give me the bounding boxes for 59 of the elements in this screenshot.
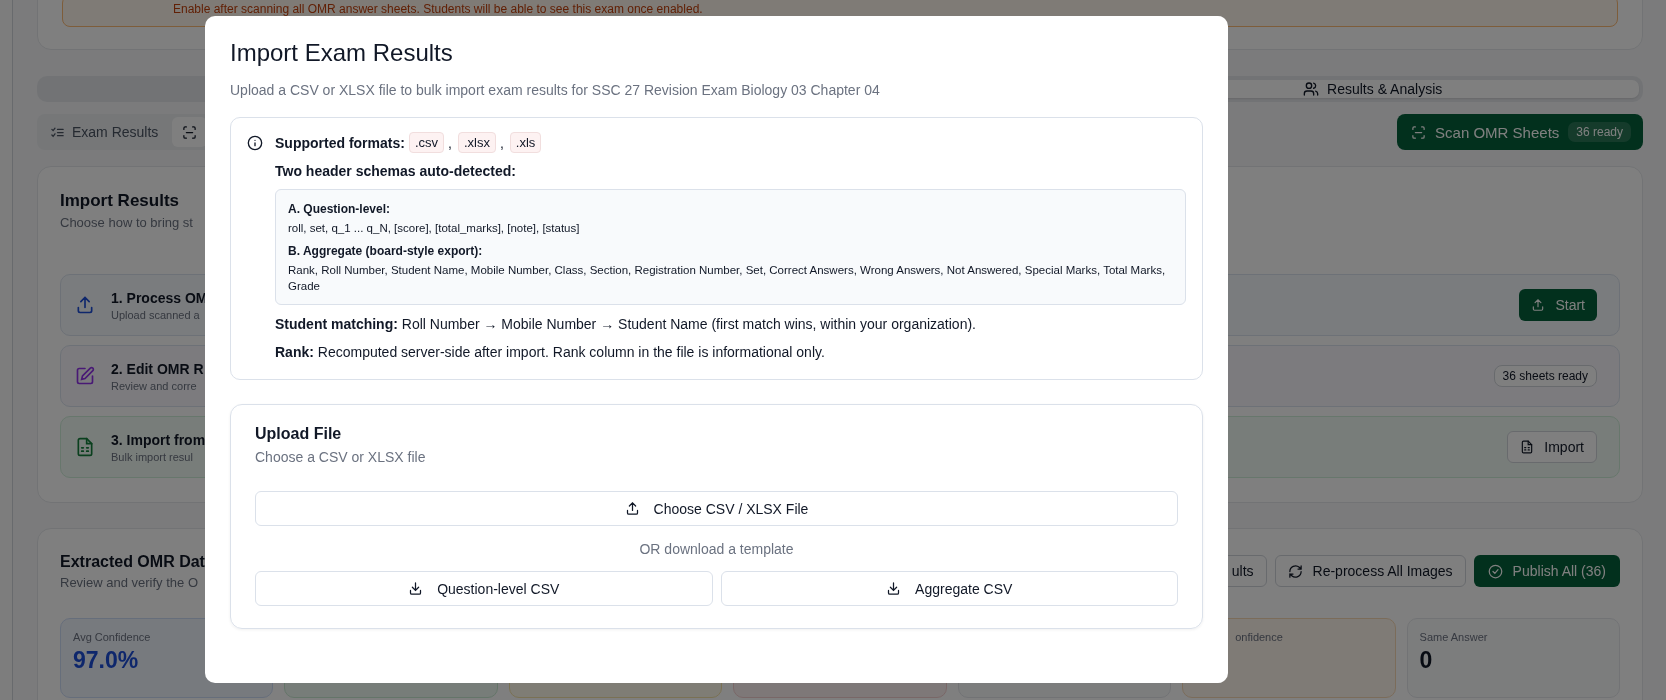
card-subtitle: Review and verify the O xyxy=(60,575,198,590)
format-code: .csv xyxy=(408,132,444,153)
schemas-heading: Two header schemas auto-detected: xyxy=(275,163,517,179)
status-badge: 36 sheets ready xyxy=(1493,365,1597,387)
upload-subtitle: Choose a CSV or XLSX file xyxy=(255,449,427,465)
stat-value: 0 xyxy=(1419,647,1434,674)
info-icon xyxy=(247,135,263,151)
card-title: Extracted OMR Dat xyxy=(60,553,205,571)
scan-omr-button[interactable]: Scan OMR Sheets 36 ready xyxy=(1397,114,1643,150)
schema-columns: roll, set, q_1 ... q_N, [score], [total_marks], [note], [status] xyxy=(288,220,1173,236)
step-description: Bulk import resul xyxy=(111,450,193,463)
download-icon xyxy=(408,581,424,596)
template-divider-text: OR download a template xyxy=(638,541,795,557)
edit-icon xyxy=(75,366,95,386)
stat-value: 97.0% xyxy=(73,647,140,674)
stat-label: Same Answer xyxy=(1419,631,1488,645)
spreadsheet-icon xyxy=(75,437,95,457)
list-separator: , xyxy=(499,134,504,151)
start-button[interactable]: Start xyxy=(1519,289,1597,321)
scan-label: Scan OMR Sheets xyxy=(1435,123,1560,141)
schema-title: B. Aggregate (board-style export): xyxy=(288,244,484,258)
card-subtitle: Choose how to bring st xyxy=(60,215,193,230)
dialog-subtitle: Upload a CSV or XLSX file to bulk import exam results for SSC 27 Revision Exam Biology 03 Chapter 04 xyxy=(230,82,881,98)
step-title: 2. Edit OMR R xyxy=(111,360,204,377)
upload-icon xyxy=(75,295,95,315)
refresh-icon xyxy=(1287,563,1303,579)
notice-text: Enable after scanning all OMR answer sheets. Students will be able to see this exam once enabled. xyxy=(173,2,704,16)
formats-label: Supported formats: xyxy=(275,134,405,151)
scan-icon xyxy=(182,124,198,140)
card-title: Import Results xyxy=(60,191,180,211)
publish-button[interactable]: Publish All (36) xyxy=(1473,555,1620,587)
stat-label: Avg Confidence xyxy=(73,631,151,645)
subtab[interactable] xyxy=(172,117,208,147)
info-note: Rank: Recomputed server-side after import. Rank column in the file is informational only. xyxy=(275,343,826,361)
dialog-title: Import Exam Results xyxy=(230,38,454,68)
upload-icon xyxy=(1531,298,1546,312)
scan-icon xyxy=(1411,124,1427,140)
schema-title: A. Question-level: xyxy=(288,202,392,216)
file-icon xyxy=(1520,440,1535,454)
import-button[interactable]: Import xyxy=(1507,431,1597,463)
check-circle-icon xyxy=(1487,563,1503,579)
list-separator: , xyxy=(448,134,452,151)
upload-icon xyxy=(624,501,640,516)
users-icon xyxy=(1303,81,1320,97)
download-template-button[interactable]: Aggregate CSV xyxy=(720,571,1178,606)
reprocess-button[interactable]: Re-process All Images xyxy=(1274,555,1466,587)
step-description: Upload scanned a xyxy=(111,308,200,321)
format-code: .xls xyxy=(509,132,542,153)
schema-columns: Rank, Roll Number, Student Name, Mobile Number, Class, Section, Registration Number, Set, Correct Answers, Wrong Answers, Not Answered, Special Marks, Total Marks, Grade xyxy=(288,262,1173,294)
info-note: Student matching: Roll Number → Mobile Number → Student Name (first match wins, within your organization). xyxy=(275,315,977,333)
download-template-button[interactable]: Question-level CSV xyxy=(255,571,713,606)
stat-label: onfidence xyxy=(1235,631,1283,645)
subtab[interactable]: Exam Results xyxy=(40,117,169,147)
upload-title: Upload File xyxy=(255,425,343,443)
step-description: Review and corre xyxy=(111,379,197,392)
choose-file-button[interactable]: Choose CSV / XLSX File xyxy=(255,491,1178,526)
download-icon xyxy=(886,581,902,596)
step-title: 3. Import from xyxy=(111,431,206,448)
format-code: .xlsx xyxy=(457,132,496,153)
